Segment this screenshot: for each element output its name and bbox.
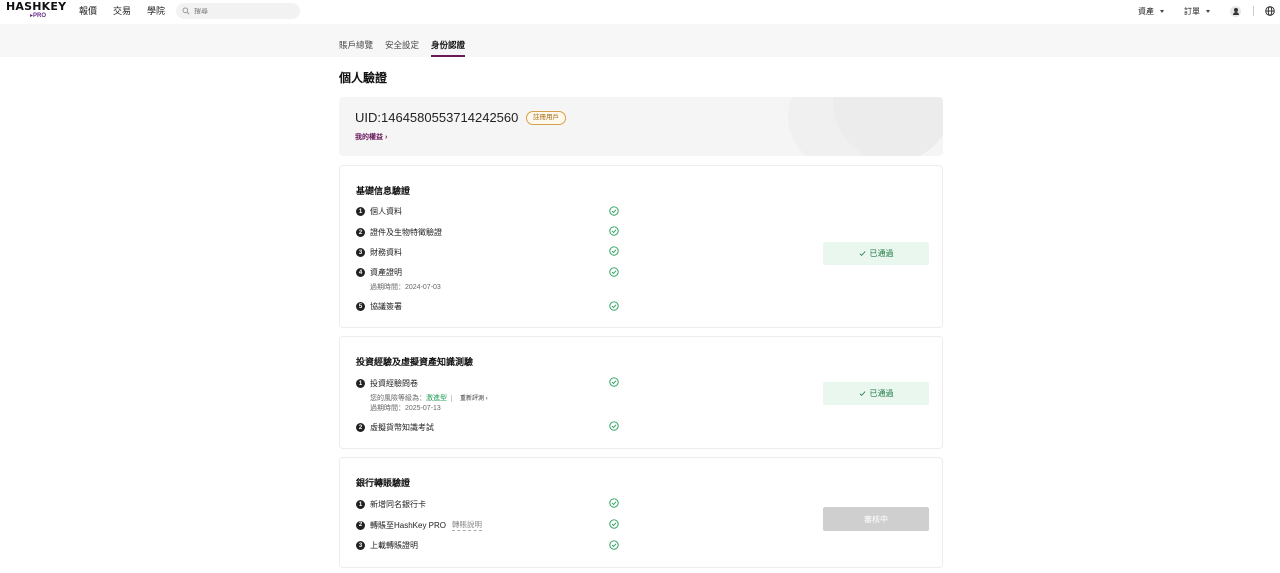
step-label: 資產證明 (370, 268, 402, 277)
check-circle-icon (609, 519, 619, 529)
divider (451, 394, 452, 402)
step-number: 2 (356, 423, 365, 432)
risk-level: 激進型 (426, 395, 447, 402)
main-nav: 報價 交易 學院 (79, 5, 181, 17)
uid-card: UID:1464580553714242560 註冊用戶 我的權益 › (339, 97, 943, 156)
section-title: 基礎信息驗證 (356, 186, 411, 196)
hashkey-logo[interactable]: HASHKEY ▸PRO (6, 0, 67, 21)
step-label: 證件及生物特徵驗證 (370, 228, 442, 237)
under-review-button[interactable]: 審核中 (823, 507, 929, 531)
step-item: 2 證件及生物特徵驗證 (356, 227, 442, 238)
step-number: 3 (356, 541, 365, 550)
step-number: 4 (356, 268, 365, 277)
orders-label: 訂單 (1184, 6, 1200, 16)
check-circle-icon (609, 301, 619, 311)
step-number: 2 (356, 520, 365, 530)
check-circle-icon (609, 206, 619, 216)
nav-trade[interactable]: 交易 (113, 5, 131, 17)
step-label: 投資經驗問卷 (370, 379, 418, 388)
search-input[interactable] (194, 7, 294, 15)
step-item: 2 轉賬至HashKey PRO 轉賬說明 (356, 519, 483, 531)
section-title: 銀行轉賬驗證 (356, 478, 411, 488)
step-item: 5 協議簽署 (356, 301, 402, 312)
status-badge: 已通過 (823, 382, 929, 405)
section-title: 投資經驗及虛擬資產知識測驗 (356, 357, 474, 367)
check-circle-icon (609, 226, 619, 236)
page-title: 個人驗證 (339, 71, 388, 85)
user-uid: UID:1464580553714242560 (355, 110, 519, 125)
chevron-down-icon (1160, 9, 1164, 13)
orders-menu[interactable]: 訂單 (1184, 6, 1210, 17)
check-circle-icon (609, 498, 619, 508)
account-subnav: 賬戶總覽 安全設定 身份認證 (0, 24, 1280, 57)
step-number: 2 (356, 228, 365, 237)
transfer-help-link[interactable]: 轉賬說明 (452, 519, 483, 531)
investment-knowledge-section: 投資經驗及虛擬資產知識測驗 1 投資經驗問卷 您的風險等級為：激進型 重新評測 ›… (339, 336, 943, 449)
expiry-text: 過期時間：2024-07-03 (370, 284, 441, 291)
tab-security-settings[interactable]: 安全設定 (385, 39, 419, 57)
step-number: 5 (356, 302, 365, 311)
check-icon (859, 251, 865, 256)
bank-transfer-section: 銀行轉賬驗證 1 新增同名銀行卡 2 轉賬至HashKey PRO 轉賬說明 3… (339, 457, 943, 568)
tab-identity-verification[interactable]: 身份認證 (431, 39, 466, 57)
user-level-badge: 註冊用戶 (526, 111, 566, 125)
step-number: 1 (356, 379, 365, 388)
search-box[interactable] (176, 3, 300, 19)
top-navbar: HASHKEY ▸PRO 報價 交易 學院 資產 訂單 (0, 0, 1280, 24)
chevron-down-icon (1206, 9, 1210, 13)
step-number: 1 (356, 500, 365, 509)
step-item: 3 財務資料 (356, 247, 402, 258)
check-circle-icon (609, 421, 619, 431)
step-label: 上載轉賬證明 (370, 541, 418, 550)
right-nav: 資產 訂單 (1138, 4, 1280, 18)
status-text: 已通過 (869, 389, 894, 398)
step-item: 2 虛擬貨幣知識考試 (356, 422, 434, 433)
user-avatar-icon[interactable] (1230, 5, 1241, 17)
step-label: 轉賬至HashKey PRO (370, 520, 447, 530)
step-label: 個人資料 (370, 207, 402, 216)
retake-assessment-link[interactable]: 重新評測 › (460, 396, 488, 402)
basic-info-section: 基礎信息驗證 1 個人資料 2 證件及生物特徵驗證 3 財務資料 4 資產證明 … (339, 165, 943, 328)
step-item: 1 新增同名銀行卡 (356, 499, 426, 510)
step-label: 協議簽署 (370, 302, 402, 311)
status-badge: 已通過 (823, 242, 929, 265)
step-number: 1 (356, 207, 365, 216)
status-text: 已通過 (869, 249, 894, 258)
step-label: 新增同名銀行卡 (370, 500, 426, 509)
my-rights-link[interactable]: 我的權益 › (355, 132, 387, 142)
step-item: 4 資產證明 (356, 267, 402, 278)
step-label: 虛擬貨幣知識考試 (370, 423, 434, 432)
check-circle-icon (609, 246, 619, 256)
step-number: 3 (356, 248, 365, 257)
logo-text: HASHKEY (6, 0, 67, 13)
check-circle-icon (609, 540, 619, 550)
check-icon (859, 391, 865, 396)
step-item: 1 個人資料 (356, 206, 402, 217)
assets-label: 資產 (1138, 6, 1154, 16)
divider (1253, 6, 1254, 16)
check-circle-icon (609, 267, 619, 277)
search-icon (182, 7, 190, 15)
step-label: 財務資料 (370, 248, 402, 257)
risk-level-line: 您的風險等級為：激進型 重新評測 › (370, 393, 488, 403)
logo-sub-text: ▸PRO (30, 13, 47, 19)
tab-account-overview[interactable]: 賬戶總覽 (339, 39, 373, 57)
step-item: 1 投資經驗問卷 (356, 378, 418, 389)
step-item: 3 上載轉賬證明 (356, 540, 418, 551)
risk-prefix: 您的風險等級為： (370, 395, 426, 402)
expiry-text: 過期時間：2025-07-13 (370, 405, 441, 412)
assets-menu[interactable]: 資產 (1138, 6, 1164, 17)
globe-icon[interactable] (1265, 6, 1275, 16)
check-circle-icon (609, 377, 619, 387)
nav-quotes[interactable]: 報價 (79, 5, 97, 17)
nav-academy[interactable]: 學院 (147, 5, 165, 17)
